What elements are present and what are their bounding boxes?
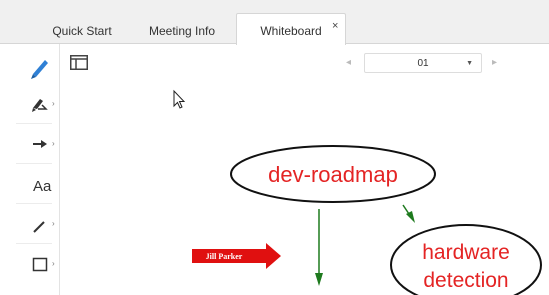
hardware-detection-label-line1: hardware	[422, 241, 510, 264]
whiteboard-canvas[interactable]: dev-roadmap hardware detection Jill Park…	[0, 0, 549, 295]
participant-pointer-label: Jill Parker	[206, 252, 243, 261]
connector-arrow-line[interactable]	[402, 204, 410, 215]
mouse-cursor-icon	[173, 89, 186, 109]
dev-roadmap-label: dev-roadmap	[268, 162, 398, 187]
connector-arrowhead	[315, 273, 323, 286]
hardware-detection-label-line2: detection	[423, 269, 508, 292]
